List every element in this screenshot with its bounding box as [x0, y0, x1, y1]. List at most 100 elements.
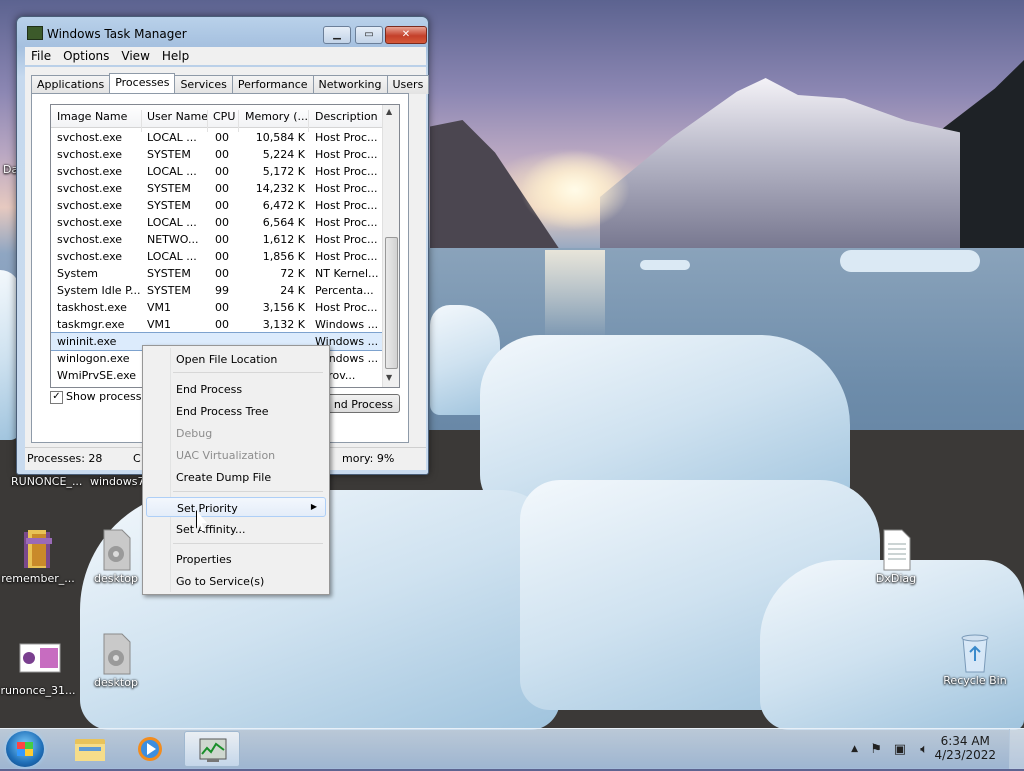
column-cpu[interactable]: CPU	[213, 110, 235, 123]
column-memory[interactable]: Memory (...	[245, 110, 308, 123]
desktop-icon-desktop-ini-2[interactable]: desktop	[78, 632, 154, 689]
table-row[interactable]: taskhost.exe VM1 00 3,156 K Host Proc...	[51, 299, 383, 316]
title-bar[interactable]: Windows Task Manager ▁ ▭ ✕	[17, 17, 428, 47]
process-user-name: LOCAL ...	[147, 216, 197, 229]
table-row[interactable]: svchost.exe LOCAL ... 00 1,856 K Host Proc..…	[51, 248, 383, 265]
process-user-name: LOCAL ...	[147, 131, 197, 144]
scroll-down-arrow-icon[interactable]: ▼	[386, 373, 392, 382]
process-description: Host Proc...	[315, 233, 378, 246]
table-row[interactable]: svchost.exe SYSTEM 00 14,232 K Host Proc...	[51, 180, 383, 197]
process-user-name: SYSTEM	[147, 148, 191, 161]
process-cpu: 00	[215, 318, 229, 331]
maximize-button[interactable]: ▭	[355, 26, 383, 44]
process-image-name: svchost.exe	[57, 165, 123, 178]
wallpaper-mountain	[600, 78, 960, 248]
column-user-name[interactable]: User Name	[147, 110, 208, 123]
scroll-up-arrow-icon[interactable]: ▲	[386, 107, 392, 116]
table-row[interactable]: System SYSTEM 00 72 K NT Kernel...	[51, 265, 383, 282]
process-image-name: svchost.exe	[57, 216, 123, 229]
volume-icon[interactable]: 🔈︎	[920, 742, 928, 757]
image-file-icon	[18, 640, 61, 680]
tab-processes[interactable]: Processes	[109, 73, 176, 95]
column-description[interactable]: Description	[315, 110, 378, 123]
menu-item-properties[interactable]: Properties	[146, 549, 326, 569]
show-processes-checkbox[interactable]: ✓ Show processes	[50, 390, 154, 404]
desktop-icon-dxdiag[interactable]: DxDiag	[858, 528, 934, 585]
task-manager-taskbar-icon	[199, 738, 227, 762]
desktop-icon-recycle-bin[interactable]: Recycle Bin	[937, 630, 1013, 687]
tab-services[interactable]: Services	[174, 75, 233, 94]
process-cpu: 00	[215, 199, 229, 212]
system-clock[interactable]: 6:34 AM 4/23/2022	[934, 734, 996, 762]
table-row[interactable]: taskmgr.exe VM1 00 3,132 K Windows ...	[51, 316, 383, 333]
show-hidden-icons-icon[interactable]: ▲	[851, 744, 858, 754]
network-icon[interactable]: ▣	[894, 742, 906, 757]
tab-applications[interactable]: Applications	[31, 75, 111, 94]
checkmark-icon: ✓	[50, 390, 63, 404]
process-image-name: svchost.exe	[57, 250, 123, 263]
process-memory: 14,232 K	[255, 182, 305, 195]
taskbar-explorer-button[interactable]	[62, 731, 118, 767]
taskbar-media-player-button[interactable]	[122, 731, 178, 767]
table-row[interactable]: svchost.exe LOCAL ... 00 10,584 K Host Proc.…	[51, 129, 383, 146]
menu-item-set-priority[interactable]: Set Priority ▶	[146, 497, 326, 517]
column-image-name[interactable]: Image Name	[57, 110, 127, 123]
clock-date: 4/23/2022	[934, 748, 996, 762]
desktop-icon-label: desktop	[94, 676, 138, 689]
menu-view[interactable]: View	[115, 47, 155, 63]
table-row[interactable]: svchost.exe SYSTEM 00 6,472 K Host Proc...	[51, 197, 383, 214]
action-center-flag-icon[interactable]: ⚑	[870, 742, 882, 757]
table-row[interactable]: svchost.exe NETWO... 00 1,612 K Host Proc...	[51, 231, 383, 248]
table-row[interactable]: svchost.exe SYSTEM 00 5,224 K Host Proc...	[51, 146, 383, 163]
menu-item-open-file-location[interactable]: Open File Location	[146, 349, 326, 369]
folder-icon	[75, 739, 105, 761]
menu-item-set-affinity[interactable]: Set Affinity...	[146, 519, 326, 539]
process-image-name: svchost.exe	[57, 131, 123, 144]
process-memory: 6,564 K	[262, 216, 305, 229]
process-description: Host Proc...	[315, 165, 378, 178]
table-row[interactable]: svchost.exe LOCAL ... 00 6,564 K Host Proc..…	[51, 214, 383, 231]
process-list-scrollbar[interactable]: ▲ ▼	[382, 105, 399, 387]
table-row[interactable]: svchost.exe LOCAL ... 00 5,172 K Host Proc..…	[51, 163, 383, 180]
process-cpu: 00	[215, 233, 229, 246]
desktop-icon-label: runonce_31...	[0, 684, 76, 697]
process-user-name: SYSTEM	[147, 267, 191, 280]
submenu-arrow-icon: ▶	[310, 502, 317, 511]
start-button[interactable]	[6, 731, 44, 767]
menu-item-end-process[interactable]: End Process	[146, 379, 326, 399]
menu-item-create-dump-file[interactable]: Create Dump File	[146, 467, 326, 487]
process-description: Percenta...	[315, 284, 374, 297]
menu-options[interactable]: Options	[57, 47, 115, 63]
process-image-name: taskmgr.exe	[57, 318, 125, 331]
status-memory-usage: mory: 9%	[342, 452, 395, 465]
menu-item-go-to-services[interactable]: Go to Service(s)	[146, 571, 326, 591]
menu-file[interactable]: File	[25, 47, 57, 63]
table-row[interactable]: System Idle P... SYSTEM 99 24 K Percenta...	[51, 282, 383, 299]
menu-help[interactable]: Help	[156, 47, 195, 63]
desktop-icon-runonce-31[interactable]: runonce_31...	[0, 640, 76, 697]
process-description: NT Kernel...	[315, 267, 379, 280]
process-image-name: System	[57, 267, 99, 280]
menu-separator	[173, 372, 323, 373]
tab-performance[interactable]: Performance	[231, 75, 314, 94]
desktop-icon-remember[interactable]: remember_...	[0, 528, 76, 585]
tab-users[interactable]: Users	[386, 75, 430, 94]
menu-bar: File Options View Help	[25, 47, 426, 65]
minimize-button[interactable]: ▁	[323, 26, 351, 44]
process-user-name: SYSTEM	[147, 199, 191, 212]
desktop-icon-label: remember_...	[1, 572, 75, 585]
scrollbar-thumb[interactable]	[385, 237, 398, 369]
process-cpu: 00	[215, 182, 229, 195]
process-user-name: LOCAL ...	[147, 250, 197, 263]
menu-item-uac-virtualization: UAC Virtualization	[176, 449, 276, 462]
wallpaper-reflection	[545, 250, 605, 340]
tab-networking[interactable]: Networking	[312, 75, 388, 94]
close-button[interactable]: ✕	[385, 26, 427, 44]
process-image-name: svchost.exe	[57, 233, 123, 246]
menu-item-end-process-tree[interactable]: End Process Tree	[146, 401, 326, 421]
menu-separator	[173, 543, 323, 544]
desktop-icon-label: Recycle Bin	[943, 674, 1007, 687]
show-desktop-button[interactable]	[1009, 729, 1024, 769]
desktop-icon-runonce[interactable]: RUNONCE_...	[11, 475, 82, 488]
taskbar-task-manager-button[interactable]	[184, 731, 240, 767]
